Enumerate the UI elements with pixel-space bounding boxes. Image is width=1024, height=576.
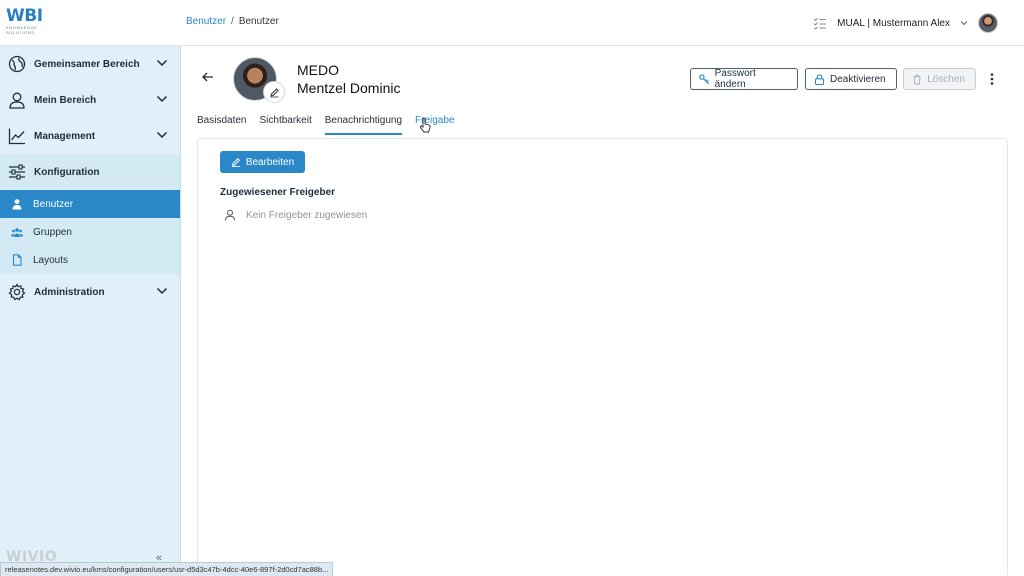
status-bar-url: releasenotes.dev.wivio.eu/kms/configurat… [0,562,334,576]
breadcrumb-root-link[interactable]: Benutzer [186,16,226,27]
sidebar-group-label: Konfiguration [34,166,100,178]
sidebar-group-gemeinsamer-bereich[interactable]: Gemeinsamer Bereich [0,46,180,82]
sidebar-group-label: Gemeinsamer Bereich [34,58,140,70]
empty-approver-row: Kein Freigeber zugewiesen [224,209,367,221]
sidebar-group-label: Mein Bereich [34,94,97,106]
user-icon [225,209,235,221]
breadcrumb-current: Benutzer [238,16,279,27]
pencil-icon [269,87,279,97]
header-user-area: MUAL | Mustermann Alex [813,11,998,35]
delete-button[interactable]: Löschen [903,68,976,90]
sidebar-item-label: Gruppen [33,226,72,238]
tab-sichtbarkeit[interactable]: Sichtbarkeit [259,115,317,135]
main-content: MEDO Mentzel Dominic Passwort ändern Dea… [181,46,1024,576]
breadcrumb-separator: / [231,16,234,27]
top-bar: WBI KNOWLEDGE SOLUTIONS Benutzer / Benutze… [0,0,1024,46]
deactivate-button[interactable]: Deaktivieren [805,68,897,90]
sidebar-group-label: Administration [34,286,105,298]
edit-photo-button[interactable] [263,81,285,103]
delete-label: Löschen [927,73,965,85]
sidebar-item-layouts[interactable]: Layouts [0,246,180,274]
user-avatar[interactable] [978,13,998,33]
sidebar: Gemeinsamer Bereich Mein Bereich Managem… [0,46,181,576]
tab-benachrichtigung[interactable]: Benachrichtigung [324,115,408,135]
empty-approver-text: Kein Freigeber zugewiesen [246,209,368,221]
change-password-button[interactable]: Passwort ändern [690,68,798,90]
user-menu-label[interactable]: MUAL | Mustermann Alex [837,18,950,29]
sidebar-section-konfiguration: Konfiguration Benutzer Gruppen Layouts [0,154,180,274]
breadcrumb: Benutzer / Benutzer [186,16,279,27]
sidebar-group-management[interactable]: Management [0,118,180,154]
user-full-name: Mentzel Dominic [297,80,401,96]
tab-basisdaten[interactable]: Basisdaten [197,115,252,135]
sidebar-group-administration[interactable]: Administration [0,274,180,310]
sliders-icon [9,164,25,180]
sidebar-item-benutzer[interactable]: Benutzer [0,190,180,218]
mouse-cursor-icon [419,117,431,133]
edit-button-label: Bearbeiten [245,156,295,168]
globe-icon [8,55,26,73]
edit-button[interactable]: Bearbeiten [220,151,305,173]
key-icon [699,73,710,84]
user-icon [12,199,22,210]
logo-subtext: KNOWLEDGE SOLUTIONS [6,25,38,35]
company-logo[interactable]: WBI KNOWLEDGE SOLUTIONS [6,8,46,36]
sidebar-group-konfiguration[interactable]: Konfiguration [0,154,180,190]
change-password-label: Passwort ändern [714,68,756,90]
chart-line-icon [8,128,25,145]
sidebar-item-gruppen[interactable]: Gruppen [0,218,180,246]
sidebar-item-label: Benutzer [33,198,74,210]
user-short-code: MEDO [297,62,339,78]
chevron-down-icon [156,59,168,67]
section-title: Zugewiesener Freigeber [220,187,336,198]
chevron-down-icon[interactable] [960,19,968,27]
chevron-down-icon [156,131,168,139]
sidebar-group-label: Management [34,130,96,142]
trash-icon [913,74,921,84]
document-icon [12,254,22,266]
logo-text: WBI [6,6,43,26]
gear-icon [8,283,26,301]
freigabe-panel: Bearbeiten Zugewiesener Freigeber Kein F… [197,138,1008,576]
chevron-down-icon [156,95,168,103]
arrow-left-icon[interactable] [201,70,215,84]
lock-icon [814,73,825,85]
pencil-icon [231,157,240,167]
chevron-down-icon [156,287,168,295]
users-icon [11,228,23,237]
more-vertical-icon[interactable] [987,72,997,86]
sidebar-group-mein-bereich[interactable]: Mein Bereich [0,82,180,118]
checklist-icon[interactable] [813,16,827,30]
deactivate-label: Deaktivieren [830,73,886,85]
user-icon [9,92,25,109]
sidebar-item-label: Layouts [33,254,69,266]
